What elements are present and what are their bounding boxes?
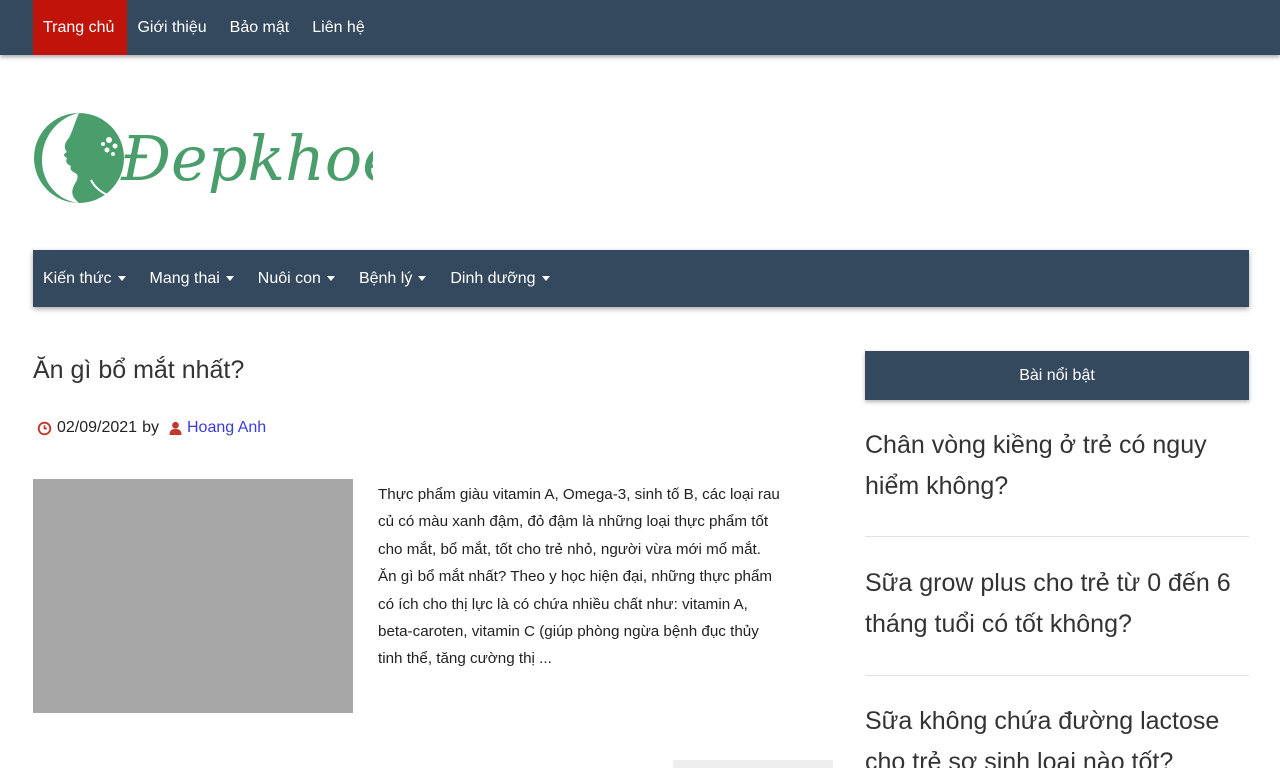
top-nav: Trang chủ Giới thiệu Bảo mật Liên hệ xyxy=(33,0,378,55)
featured-post-title-line: Chân vòng kiềng ở trẻ có nguy xyxy=(865,431,1207,459)
user-icon xyxy=(169,421,182,435)
featured-posts-heading: Bài nổi bật xyxy=(865,351,1249,400)
caret-down-icon xyxy=(326,276,335,281)
post-meta: 02/09/2021 by Hoang Anh xyxy=(37,419,266,437)
featured-post-title-line: Sữa không chứa đường lactose xyxy=(865,707,1220,735)
main-nav: Kiến thức Mang thai Nuôi con Bệnh lý Din… xyxy=(33,250,1249,307)
divider xyxy=(865,675,1249,676)
read-more-button[interactable] xyxy=(673,760,833,768)
caret-down-icon xyxy=(541,276,550,281)
featured-posts-heading-label: Bài nổi bật xyxy=(1019,366,1095,384)
site-logo[interactable]: Đepkhoe xyxy=(33,108,399,208)
post-by: by xyxy=(142,419,159,436)
main-nav-pregnancy[interactable]: Mang thai xyxy=(150,270,234,288)
caret-down-icon xyxy=(117,276,126,281)
svg-text:Đepkhoe: Đepkhoe xyxy=(120,122,373,195)
post-title[interactable]: Ăn gì bổ mắt nhất? xyxy=(33,356,244,385)
featured-post-link[interactable]: Chân vòng kiềng ở trẻ có nguy hiểm không… xyxy=(865,425,1249,507)
top-nav-about[interactable]: Giới thiệu xyxy=(127,0,219,55)
excerpt-line: beta-caroten, vitamin C (giúp phòng ngừa… xyxy=(378,623,759,641)
main-nav-parenting-label: Nuôi con xyxy=(257,269,321,287)
featured-post-title-line: Sữa grow plus cho trẻ từ 0 đến 6 xyxy=(865,569,1231,597)
featured-post-link[interactable]: Sữa không chứa đường lactose cho trẻ sơ … xyxy=(865,701,1249,768)
logo-emblem: Đepkhoe xyxy=(34,113,399,203)
main-nav-parenting[interactable]: Nuôi con xyxy=(258,270,335,288)
excerpt-line: Ăn gì bổ mắt nhất? Theo y học hiện đại, … xyxy=(378,568,773,586)
top-bar: Trang chủ Giới thiệu Bảo mật Liên hệ xyxy=(0,0,1280,55)
main-nav-nutrition[interactable]: Dinh dưỡng xyxy=(450,269,550,288)
caret-down-icon xyxy=(418,276,427,281)
post-date: 02/09/2021 xyxy=(57,419,138,436)
caret-down-icon xyxy=(225,276,234,281)
post-author-link[interactable]: Hoang Anh xyxy=(187,419,266,437)
top-nav-contact[interactable]: Liên hệ xyxy=(302,0,378,55)
clock-icon xyxy=(37,421,52,435)
excerpt-line: củ có màu xanh đậm, đỏ đậm là những loại… xyxy=(378,513,769,531)
featured-post-title-line: tháng tuổi có tốt không? xyxy=(865,610,1132,638)
main-nav-diseases[interactable]: Bệnh lý xyxy=(358,269,427,288)
top-nav-privacy[interactable]: Bảo mật xyxy=(220,0,303,55)
featured-post-link[interactable]: Sữa grow plus cho trẻ từ 0 đến 6 tháng t… xyxy=(865,563,1249,645)
post-thumbnail[interactable] xyxy=(33,479,353,713)
featured-post-title-line: hiểm không? xyxy=(865,472,1009,500)
excerpt-line: cho mắt, bổ mắt, tốt cho trẻ nhỏ, người … xyxy=(378,540,761,558)
main-nav-pregnancy-label: Mang thai xyxy=(149,269,220,287)
main-nav-knowledge-label: Kiến thức xyxy=(43,269,112,287)
top-nav-home[interactable]: Trang chủ xyxy=(33,0,128,55)
excerpt-line: có ích cho thị lực là có chứa nhiều chất… xyxy=(378,595,748,613)
post-excerpt: Thực phẩm giàu vitamin A, Omega-3, sinh … xyxy=(378,481,838,673)
excerpt-line: Thực phẩm giàu vitamin A, Omega-3, sinh … xyxy=(378,486,780,503)
divider xyxy=(865,536,1249,537)
main-nav-diseases-label: Bệnh lý xyxy=(358,269,413,287)
excerpt-line: tinh thể, tăng cường thị ... xyxy=(378,650,552,668)
featured-post-title-line: cho trẻ sơ sinh loại nào tốt? xyxy=(865,748,1174,768)
main-nav-nutrition-label: Dinh dưỡng xyxy=(450,269,536,287)
main-nav-knowledge[interactable]: Kiến thức xyxy=(43,270,126,288)
